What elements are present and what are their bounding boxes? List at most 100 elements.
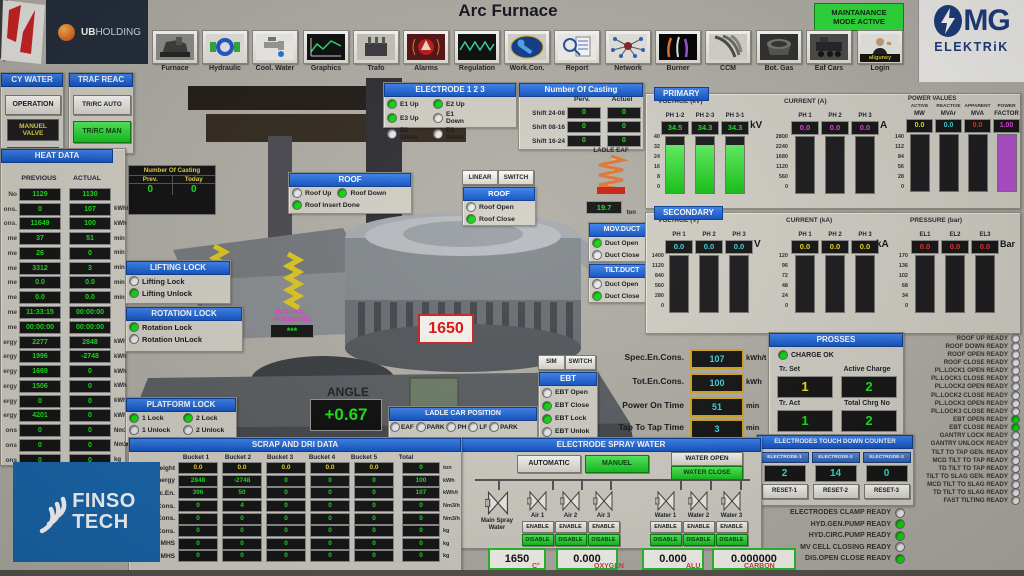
maintenance-mode-badge[interactable]: MAINTANANCE MODE ACTIVE	[814, 3, 904, 31]
current-unit: A	[880, 120, 887, 131]
casting-row: Shift 24-08 0 0	[521, 106, 641, 120]
disable-button[interactable]: DISABLE	[555, 534, 587, 546]
heat-row-unit: min	[114, 265, 125, 271]
gauge-value: 0.0	[941, 240, 969, 254]
faucet-icon	[252, 30, 298, 64]
gauge-value: 0.0	[935, 119, 962, 133]
toolbar-label: Network	[603, 65, 653, 72]
water-open-button[interactable]: WATER OPEN	[671, 452, 743, 466]
ebt-widget: SIM SWITCH EBT EBT OpenEBT CloseEBT Lock…	[538, 355, 596, 439]
status-label: TD TILT TO TAP READY	[938, 465, 1008, 472]
heat-row-label: me	[1, 250, 19, 257]
ladle-car-led	[390, 422, 400, 432]
ebt-indicator: EBT Lock	[539, 412, 597, 425]
metric-label: Spec.En.Cons.	[596, 352, 684, 362]
toolbar-item-alarms[interactable]: Alarms	[401, 30, 451, 72]
heat-row-unit: min	[114, 280, 125, 286]
charge-ok-label: CHARGE OK	[791, 352, 834, 359]
prosses-header: PROSSES	[769, 333, 903, 347]
toolbar-item-work-con[interactable]: Work.Con.	[502, 30, 552, 72]
ebt-switch-button[interactable]: SWITCH	[565, 355, 596, 370]
toolbar-item-cool-water[interactable]: Cool. Water	[250, 30, 300, 72]
trrc-auto-button[interactable]: TR/RC AUTO	[73, 95, 131, 115]
gauge-column: PH 2-3 34.3	[692, 106, 718, 194]
toolbar-item-furnace[interactable]: Furnace	[150, 30, 200, 72]
tick-label: 48	[782, 283, 788, 289]
status-led	[895, 508, 905, 518]
disable-button[interactable]: DISABLE	[522, 534, 554, 546]
disable-button[interactable]: DISABLE	[650, 534, 682, 546]
enable-button[interactable]: ENABLE	[522, 521, 554, 533]
toolbar-item-network[interactable]: Network	[603, 30, 653, 72]
gauge-name-label: MVA	[971, 110, 984, 118]
gauge-el-label: EL2	[949, 231, 960, 239]
toolbar-item-eaf-cars[interactable]: Eaf Cars	[804, 30, 854, 72]
manuel-button[interactable]: MANUEL	[585, 455, 649, 473]
toolbar-item-login[interactable]: aliguneyLogin	[855, 30, 905, 72]
casting-row: Shift 08-16 0 0	[521, 120, 641, 134]
roof-side-label: Roof Open	[479, 204, 514, 211]
automatic-button[interactable]: AUTOMATIC	[517, 455, 581, 473]
voltage-ticks: 4032241680	[646, 134, 660, 190]
pressure-ticks: 17013610268340	[894, 253, 908, 309]
reset-button[interactable]: RESET-1	[762, 484, 808, 499]
sim-button[interactable]: SIM	[538, 355, 565, 370]
platform-lock-items: 1 Lock2 Lock1 Unlock2 Unlock	[126, 412, 236, 436]
toolbar-item-regulation[interactable]: Regulation	[452, 30, 502, 72]
toolbar-label: Regulation	[452, 65, 502, 72]
ebt-label: EBT Close	[555, 402, 589, 409]
heat-prev-value: 0	[19, 424, 61, 437]
scrap-cell: 0	[222, 525, 262, 537]
gauge-column: PH 1 0.0	[792, 106, 818, 194]
metric-unit: min	[746, 423, 759, 432]
toolbar-item-graphics[interactable]: Graphics	[301, 30, 351, 72]
manuel-valve-button[interactable]: MANUEL VALVE	[7, 119, 59, 141]
status-row: PL.LOCK2 OPEN READY	[908, 383, 1020, 391]
enable-button[interactable]: ENABLE	[555, 521, 587, 533]
heat-data-row: me 11:33:15 00:00:00	[1, 305, 125, 320]
toolbar-item-ccm[interactable]: CCM	[703, 30, 753, 72]
gauge-phase-label: PH 2	[828, 231, 841, 239]
enable-button[interactable]: ENABLE	[716, 521, 748, 533]
hydraulic-icon	[202, 30, 248, 64]
heat-prev-value: 11649	[19, 217, 61, 230]
roof-open-close-panel: ROOF Roof OpenRoof Close	[462, 186, 536, 226]
lock-indicator: Rotation UnLock	[126, 333, 242, 345]
reset-button[interactable]: RESET-3	[864, 484, 910, 499]
enable-button[interactable]: ENABLE	[683, 521, 715, 533]
heat-prev-value: 0	[19, 203, 61, 216]
toolbar-item-burner[interactable]: Burner	[653, 30, 703, 72]
reset-button[interactable]: RESET-2	[813, 484, 859, 499]
ladle-car-label: PARK	[500, 424, 518, 431]
disable-button[interactable]: DISABLE	[588, 534, 620, 546]
switch-button[interactable]: SWITCH	[498, 170, 534, 185]
gauge-bar	[825, 136, 845, 194]
disable-button[interactable]: DISABLE	[716, 534, 748, 546]
voltage-unit: kV	[750, 120, 762, 131]
tick-label: 2240	[776, 144, 788, 150]
trrc-man-button[interactable]: TR/RC MAN	[73, 121, 131, 143]
toolbar-item-report[interactable]: Report	[552, 30, 602, 72]
scrap-total: 0	[402, 513, 440, 525]
roof-items: Roof UpRoof DownRoof Insert Done	[289, 187, 411, 211]
scrap-cell: 0	[266, 513, 306, 525]
scrap-total: 0	[402, 500, 440, 512]
operation-button[interactable]: OPERATION	[5, 95, 61, 115]
disable-button[interactable]: DISABLE	[683, 534, 715, 546]
tr-set-label: Tr. Set	[779, 366, 800, 373]
tick-label: 560	[655, 283, 664, 289]
enable-button[interactable]: ENABLE	[588, 521, 620, 533]
status-led	[895, 554, 905, 564]
ladle-coil-icon	[591, 154, 631, 196]
heat-actual-value: 2848	[69, 336, 111, 349]
tick-label: 1400	[652, 253, 664, 259]
heat-data-row: ons 0 0 Nm3/h	[1, 438, 125, 453]
toolbar-item-trafo[interactable]: Trafo	[351, 30, 401, 72]
heat-data-row: ergy 1506 0 kWh	[1, 379, 125, 394]
linear-button[interactable]: LINEAR	[462, 170, 498, 185]
toolbar-item-bot-gas[interactable]: Bot. Gas	[754, 30, 804, 72]
alu-label: ALU	[686, 563, 700, 570]
ladle-weight-unit: ton	[627, 210, 636, 216]
toolbar-item-hydraulic[interactable]: Hydraulic	[200, 30, 250, 72]
enable-button[interactable]: ENABLE	[650, 521, 682, 533]
